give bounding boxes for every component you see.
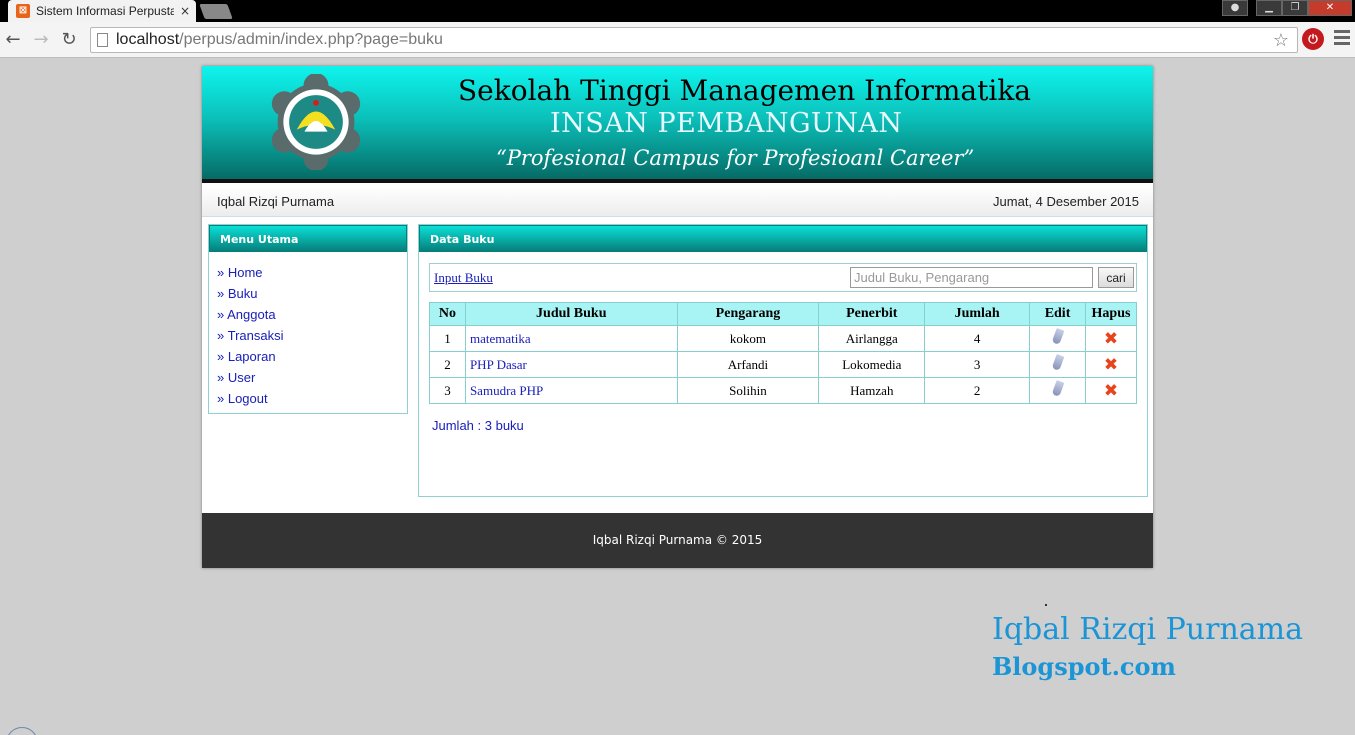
banner-title: Sekolah Tinggi Managemen Informatika [458, 74, 1031, 107]
browser-tab[interactable]: ⊠ Sistem Informasi Perpusta × [8, 0, 196, 22]
column-header-penerbit: Penerbit [818, 302, 926, 326]
cell-pengarang: Solihin [676, 377, 820, 404]
column-header-judul: Judul Buku [464, 302, 678, 326]
input-buku-link[interactable]: Input Buku [434, 270, 493, 286]
window-controls: ● [1222, 0, 1248, 18]
content-panel: Data Buku Input Buku cari No Judul Buku … [418, 224, 1148, 497]
corner-ring-icon [6, 727, 38, 735]
tab-title: Sistem Informasi Perpusta [36, 4, 174, 18]
book-title-link[interactable]: matematika [464, 325, 678, 352]
delete-x-icon[interactable]: ✖ [1104, 381, 1118, 401]
search-button[interactable]: cari [1098, 267, 1134, 288]
bookmark-star-icon[interactable]: ☆ [1273, 30, 1289, 51]
sidebar-item-user[interactable]: » User [217, 367, 399, 388]
sidebar-item-home[interactable]: » Home [217, 262, 399, 283]
maximize-icon[interactable]: ❐ [1282, 0, 1308, 16]
cell-edit [1029, 377, 1086, 404]
book-count: Jumlah : 3 buku [432, 418, 524, 433]
edit-pencil-icon[interactable] [1051, 380, 1064, 397]
address-bar[interactable]: localhost/perpus/admin/index.php?page=bu… [90, 27, 1298, 53]
table-row: 1 matematika kokom Airlangga 4 ✖ [429, 325, 1137, 352]
table-header-row: No Judul Buku Pengarang Penerbit Jumlah … [429, 302, 1137, 326]
forward-arrow-icon[interactable]: → [30, 29, 52, 51]
header-banner: Sekolah Tinggi Managemen Informatika INS… [202, 66, 1153, 183]
xampp-favicon-icon: ⊠ [16, 4, 30, 18]
sidebar-title: Menu Utama [209, 225, 407, 252]
cell-no: 3 [429, 377, 466, 404]
banner-subtitle: INSAN PEMBANGUNAN [550, 108, 903, 139]
book-table: No Judul Buku Pengarang Penerbit Jumlah … [429, 302, 1137, 404]
cell-edit [1029, 325, 1086, 352]
table-row: 3 Samudra PHP Solihin Hamzah 2 ✖ [429, 377, 1137, 404]
cell-hapus: ✖ [1085, 351, 1137, 378]
cell-pengarang: kokom [676, 325, 820, 352]
url-text: localhost/perpus/admin/index.php?page=bu… [116, 31, 443, 48]
table-row: 2 PHP Dasar Arfandi Lokomedia 3 ✖ [429, 351, 1137, 378]
extension-icon[interactable]: ⏻ [1302, 28, 1324, 50]
delete-x-icon[interactable]: ✖ [1104, 329, 1118, 349]
sidebar-list: » Home » Buku » Anggota » Transaksi » La… [209, 252, 407, 419]
minimize-icon[interactable]: ▁ [1256, 0, 1282, 16]
watermark-name: Iqbal Rizqi Purnama [992, 612, 1303, 647]
page-container: Sekolah Tinggi Managemen Informatika INS… [202, 66, 1153, 568]
column-header-hapus: Hapus [1085, 302, 1137, 326]
reload-icon[interactable]: ↻ [58, 29, 80, 51]
window-buttons: ▁ ❐ ✕ [1256, 0, 1352, 18]
edit-pencil-icon[interactable] [1051, 354, 1064, 371]
banner-tagline: “Profesional Campus for Profesioanl Care… [496, 146, 975, 170]
sidebar-menu: Menu Utama » Home » Buku » Anggota » Tra… [208, 224, 408, 414]
cell-no: 2 [429, 351, 466, 378]
cell-penerbit: Airlangga [818, 325, 926, 352]
browser-menu-icon[interactable] [1334, 30, 1350, 48]
cell-penerbit: Lokomedia [818, 351, 926, 378]
browser-tabbar: ⊠ Sistem Informasi Perpusta × ● ▁ ❐ ✕ [0, 0, 1355, 22]
content-title: Data Buku [419, 225, 1147, 252]
logged-in-user: Iqbal Rizqi Purnama [217, 194, 335, 209]
page-footer: Iqbal Rizqi Purnama © 2015 [202, 513, 1153, 568]
search-bar: Input Buku cari [429, 263, 1137, 292]
cell-hapus: ✖ [1085, 377, 1137, 404]
watermark-site: Blogspot.com [992, 652, 1176, 681]
close-window-icon[interactable]: ✕ [1308, 0, 1352, 16]
cell-penerbit: Hamzah [818, 377, 926, 404]
tab-close-icon[interactable]: × [180, 4, 190, 18]
cell-jumlah: 2 [924, 377, 1031, 404]
column-header-jumlah: Jumlah [924, 302, 1031, 326]
profile-icon[interactable]: ● [1222, 0, 1248, 16]
cell-jumlah: 3 [924, 351, 1031, 378]
search-input[interactable] [850, 267, 1093, 288]
sidebar-item-buku[interactable]: » Buku [217, 283, 399, 304]
edit-pencil-icon[interactable] [1051, 328, 1064, 345]
back-arrow-icon[interactable]: ← [2, 29, 24, 51]
sidebar-item-logout[interactable]: » Logout [217, 388, 399, 409]
info-bar: Iqbal Rizqi Purnama Jumat, 4 Desember 20… [202, 187, 1153, 217]
cell-edit [1029, 351, 1086, 378]
column-header-no: No [429, 302, 466, 326]
sidebar-item-anggota[interactable]: » Anggota [217, 304, 399, 325]
column-header-pengarang: Pengarang [676, 302, 820, 326]
cell-jumlah: 4 [924, 325, 1031, 352]
new-tab-button[interactable] [199, 4, 233, 19]
sidebar-item-transaksi[interactable]: » Transaksi [217, 325, 399, 346]
cell-no: 1 [429, 325, 466, 352]
cell-pengarang: Arfandi [676, 351, 820, 378]
column-header-edit: Edit [1029, 302, 1086, 326]
campus-logo-icon [271, 74, 361, 170]
sidebar-item-laporan[interactable]: » Laporan [217, 346, 399, 367]
stray-dot [1045, 604, 1047, 606]
current-date: Jumat, 4 Desember 2015 [993, 194, 1139, 209]
cell-hapus: ✖ [1085, 325, 1137, 352]
delete-x-icon[interactable]: ✖ [1104, 355, 1118, 375]
book-title-link[interactable]: PHP Dasar [464, 351, 678, 378]
page-icon [97, 33, 108, 47]
browser-toolbar: ← → ↻ localhost/perpus/admin/index.php?p… [0, 22, 1355, 58]
book-title-link[interactable]: Samudra PHP [464, 377, 678, 404]
